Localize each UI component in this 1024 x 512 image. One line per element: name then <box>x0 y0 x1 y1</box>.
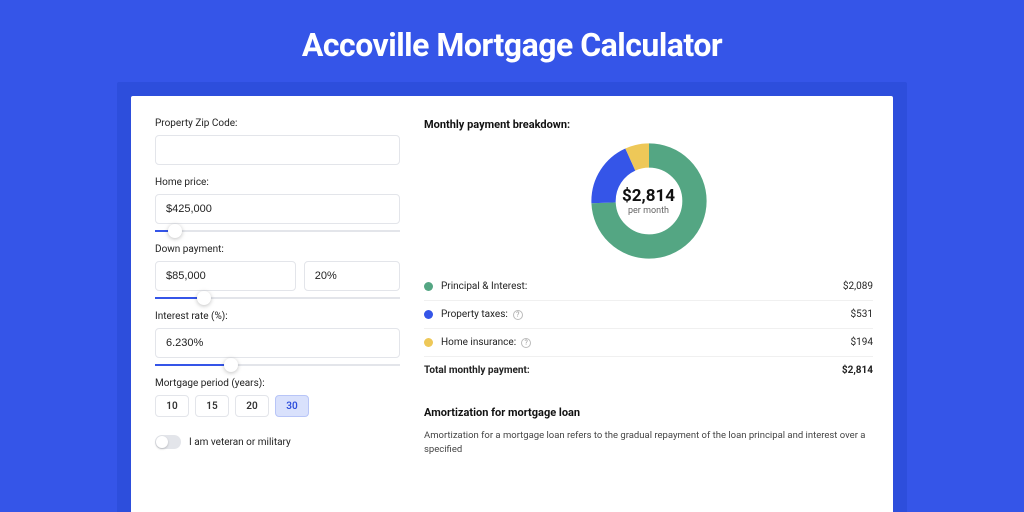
page-root: Accoville Mortgage Calculator Property Z… <box>0 0 1024 512</box>
total-label: Total monthly payment: <box>424 365 530 376</box>
legend: Principal & Interest: $2,089 Property taxe… <box>424 273 873 384</box>
home-price-slider-thumb[interactable] <box>168 224 182 238</box>
toggle-knob <box>156 436 168 448</box>
legend-row: Principal & Interest: $2,089 <box>424 273 873 301</box>
period-row: 10 15 20 30 <box>155 395 400 417</box>
donut-sub: per month <box>628 206 669 216</box>
home-price-group: Home price: <box>155 177 400 224</box>
interest-label: Interest rate (%): <box>155 311 400 322</box>
down-payment-slider[interactable] <box>155 297 400 299</box>
period-group: Mortgage period (years): 10 15 20 30 <box>155 378 400 417</box>
interest-group: Interest rate (%): <box>155 311 400 358</box>
veteran-row: I am veteran or military <box>155 435 400 449</box>
form-column: Property Zip Code: Home price: Down paym… <box>155 118 400 512</box>
period-button-30[interactable]: 30 <box>275 395 309 417</box>
legend-label: Principal & Interest: <box>441 281 527 292</box>
breakdown-title: Monthly payment breakdown: <box>424 118 873 131</box>
period-label: Mortgage period (years): <box>155 378 400 389</box>
donut-center: $2,814 per month <box>589 141 709 261</box>
legend-row: Property taxes:? $531 <box>424 301 873 329</box>
zip-input[interactable] <box>155 135 400 165</box>
donut-chart: $2,814 per month <box>589 141 709 261</box>
total-value: $2,814 <box>842 365 873 376</box>
page-title: Accoville Mortgage Calculator <box>302 26 722 64</box>
legend-dot <box>424 338 433 347</box>
legend-dot <box>424 310 433 319</box>
legend-value: $531 <box>851 309 873 320</box>
period-button-15[interactable]: 15 <box>195 395 229 417</box>
legend-value: $194 <box>851 337 873 348</box>
app-frame: Property Zip Code: Home price: Down paym… <box>117 82 907 512</box>
legend-total-row: Total monthly payment: $2,814 <box>424 357 873 384</box>
home-price-input[interactable] <box>155 194 400 224</box>
donut-amount: $2,814 <box>622 186 675 206</box>
home-price-slider[interactable] <box>155 230 400 232</box>
interest-slider-thumb[interactable] <box>224 358 238 372</box>
amortization-text: Amortization for a mortgage loan refers … <box>424 429 873 458</box>
amortization-title: Amortization for mortgage loan <box>424 406 873 419</box>
interest-slider[interactable] <box>155 364 400 366</box>
down-payment-pct-input[interactable] <box>304 261 400 291</box>
period-button-10[interactable]: 10 <box>155 395 189 417</box>
legend-dot <box>424 282 433 291</box>
period-button-20[interactable]: 20 <box>235 395 269 417</box>
veteran-toggle[interactable] <box>155 435 181 449</box>
home-price-label: Home price: <box>155 177 400 188</box>
amortization-section: Amortization for mortgage loan Amortizat… <box>424 406 873 458</box>
down-payment-group: Down payment: <box>155 244 400 291</box>
down-payment-slider-thumb[interactable] <box>197 291 211 305</box>
breakdown-column: Monthly payment breakdown: $2,814 per mo… <box>424 118 873 512</box>
down-payment-input[interactable] <box>155 261 296 291</box>
interest-input[interactable] <box>155 328 400 358</box>
zip-label: Property Zip Code: <box>155 118 400 129</box>
legend-label: Home insurance: <box>441 337 516 348</box>
legend-label: Property taxes: <box>441 309 508 320</box>
help-icon[interactable]: ? <box>521 338 531 348</box>
down-payment-label: Down payment: <box>155 244 400 255</box>
legend-row: Home insurance:? $194 <box>424 329 873 357</box>
donut-wrap: $2,814 per month <box>424 141 873 261</box>
help-icon[interactable]: ? <box>513 310 523 320</box>
legend-value: $2,089 <box>843 281 873 292</box>
veteran-label: I am veteran or military <box>189 437 291 448</box>
calculator-panel: Property Zip Code: Home price: Down paym… <box>131 96 893 512</box>
zip-group: Property Zip Code: <box>155 118 400 165</box>
